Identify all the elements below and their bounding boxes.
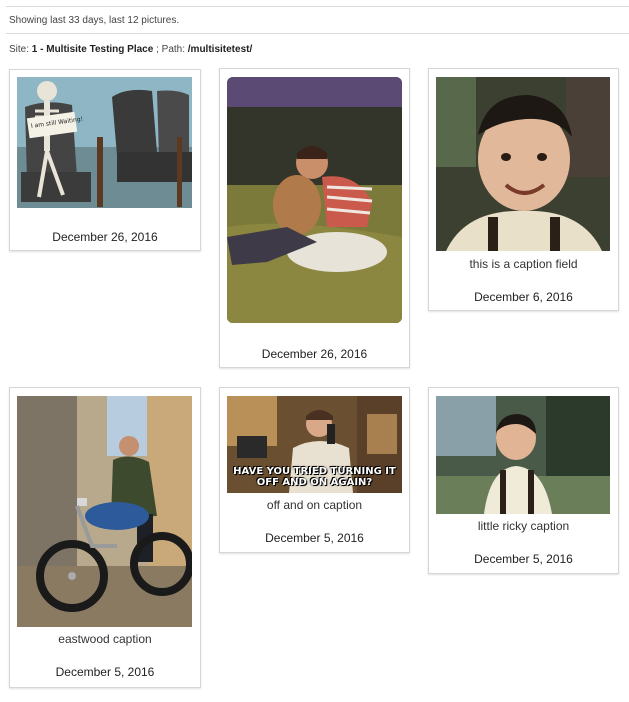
path-value: /multisitetest/	[187, 44, 253, 55]
picture-date: December 5, 2016	[265, 531, 364, 545]
it-crowd-meme-photo[interactable]: HAVE YOU TRIED TURNING IT OFF AND ON AGA…	[227, 396, 402, 493]
picture-card[interactable]: December 26, 2016	[219, 68, 410, 368]
picture-date: December 26, 2016	[261, 347, 368, 361]
site-path-line: Site: 1 - Multisite Testing Place ; Path…	[9, 44, 252, 55]
meme-overlay-text: HAVE YOU TRIED TURNING IT OFF AND ON AGA…	[233, 466, 396, 488]
little-boy-suspenders-photo[interactable]	[436, 396, 610, 514]
top-divider	[6, 6, 629, 7]
path-label: ; Path:	[156, 44, 185, 55]
picture-caption: off and on caption	[266, 498, 363, 512]
smiling-boy-portrait-photo[interactable]	[436, 77, 610, 251]
picture-card[interactable]: eastwood caption December 5, 2016	[9, 387, 201, 688]
picture-caption: little ricky caption	[477, 519, 570, 533]
site-label: Site:	[9, 44, 30, 55]
picture-date: December 5, 2016	[55, 665, 155, 679]
picture-caption: eastwood caption	[58, 632, 152, 646]
results-summary: Showing last 33 days, last 12 pictures.	[9, 15, 180, 26]
site-name: 1 - Multisite Testing Place	[31, 44, 154, 55]
picture-date: December 6, 2016	[474, 290, 573, 304]
picture-card[interactable]: this is a caption field December 6, 2016	[428, 68, 619, 311]
picture-card[interactable]: I am still Waiting! December 26, 2016	[9, 69, 201, 251]
skeleton-waiting-photo[interactable]: I am still Waiting!	[17, 77, 192, 208]
picture-caption: this is a caption field	[469, 257, 578, 271]
picture-date: December 5, 2016	[474, 552, 573, 566]
picture-card[interactable]: little ricky caption December 5, 2016	[428, 387, 619, 574]
man-on-motorcycle-photo[interactable]	[17, 396, 192, 627]
picture-date: December 26, 2016	[52, 230, 158, 244]
boy-with-dog-photo[interactable]	[227, 77, 402, 323]
summary-divider	[6, 33, 629, 34]
picture-card[interactable]: HAVE YOU TRIED TURNING IT OFF AND ON AGA…	[219, 387, 410, 553]
